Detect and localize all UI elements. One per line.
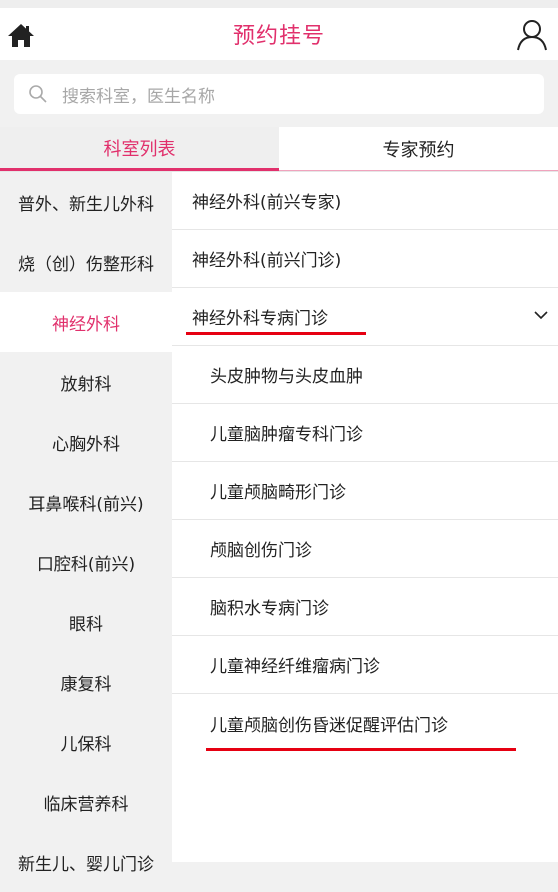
subclinic-row[interactable]: 脑积水专病门诊: [172, 578, 558, 636]
clinic-label: 神经外科(前兴专家): [192, 193, 342, 213]
subclinic-label: 儿童颅脑创伤昏迷促醒评估门诊: [210, 715, 448, 736]
department-item[interactable]: 耳鼻喉科(前兴): [0, 472, 172, 532]
tab-expert-booking[interactable]: 专家预约: [279, 127, 558, 171]
search-input[interactable]: 搜索科室，医生名称: [14, 74, 544, 114]
search-placeholder: 搜索科室，医生名称: [62, 86, 215, 107]
header: 预约挂号: [0, 8, 558, 60]
department-sidebar: 普外、新生儿外科 烧（创）伤整形科 神经外科 放射科 心胸外科 耳鼻喉科(前兴)…: [0, 172, 172, 875]
subclinic-label: 脑积水专病门诊: [210, 599, 329, 619]
subclinic-row[interactable]: 儿童神经纤维瘤病门诊: [172, 636, 558, 694]
search-bar: 搜索科室，医生名称: [0, 60, 558, 127]
subclinic-row[interactable]: 颅脑创伤门诊: [172, 520, 558, 578]
chevron-down-icon[interactable]: [534, 308, 548, 322]
subclinic-label: 头皮肿物与头皮血肿: [210, 367, 363, 387]
department-item[interactable]: 心胸外科: [0, 412, 172, 472]
department-item[interactable]: 眼科: [0, 592, 172, 652]
department-item[interactable]: 烧（创）伤整形科: [0, 232, 172, 292]
department-item[interactable]: 放射科: [0, 352, 172, 412]
clinic-row-expanded[interactable]: 神经外科专病门诊: [172, 288, 558, 346]
department-item-selected[interactable]: 神经外科: [0, 292, 172, 352]
subclinic-row[interactable]: 儿童颅脑创伤昏迷促醒评估门诊: [172, 694, 558, 752]
clinic-row[interactable]: 神经外科(前兴门诊): [172, 230, 558, 288]
user-icon[interactable]: [514, 18, 550, 52]
annotation-underline: [206, 748, 516, 751]
home-icon[interactable]: [6, 22, 36, 48]
clinic-row[interactable]: 神经外科(前兴专家): [172, 172, 558, 230]
subclinic-row[interactable]: 头皮肿物与头皮血肿: [172, 346, 558, 404]
department-item[interactable]: 新生儿、婴儿门诊: [0, 832, 172, 892]
page-title: 预约挂号: [232, 24, 325, 49]
subclinic-label: 颅脑创伤门诊: [210, 541, 312, 561]
annotation-underline: [186, 332, 366, 335]
content: 普外、新生儿外科 烧（创）伤整形科 神经外科 放射科 心胸外科 耳鼻喉科(前兴)…: [0, 172, 558, 875]
department-item[interactable]: 普外、新生儿外科: [0, 172, 172, 232]
search-icon: [29, 85, 47, 103]
clinic-label: 神经外科专病门诊: [192, 309, 328, 329]
subclinic-row[interactable]: 儿童颅脑畸形门诊: [172, 462, 558, 520]
subclinic-label: 儿童神经纤维瘤病门诊: [210, 657, 380, 677]
department-item[interactable]: 儿保科: [0, 712, 172, 772]
department-item[interactable]: 临床营养科: [0, 772, 172, 832]
tab-bar: 科室列表 专家预约: [0, 127, 558, 172]
subclinic-label: 儿童颅脑畸形门诊: [210, 483, 346, 503]
tab-department-list[interactable]: 科室列表: [0, 127, 279, 171]
subclinic-row[interactable]: 儿童脑肿瘤专科门诊: [172, 404, 558, 462]
subclinic-label: 儿童脑肿瘤专科门诊: [210, 425, 363, 445]
clinic-label: 神经外科(前兴门诊): [192, 251, 342, 271]
clinic-list: 神经外科(前兴专家) 神经外科(前兴门诊) 神经外科专病门诊 头皮肿物与头皮血肿…: [172, 172, 558, 862]
top-strip: [0, 0, 558, 8]
department-item[interactable]: 康复科: [0, 652, 172, 712]
department-item[interactable]: 口腔科(前兴): [0, 532, 172, 592]
